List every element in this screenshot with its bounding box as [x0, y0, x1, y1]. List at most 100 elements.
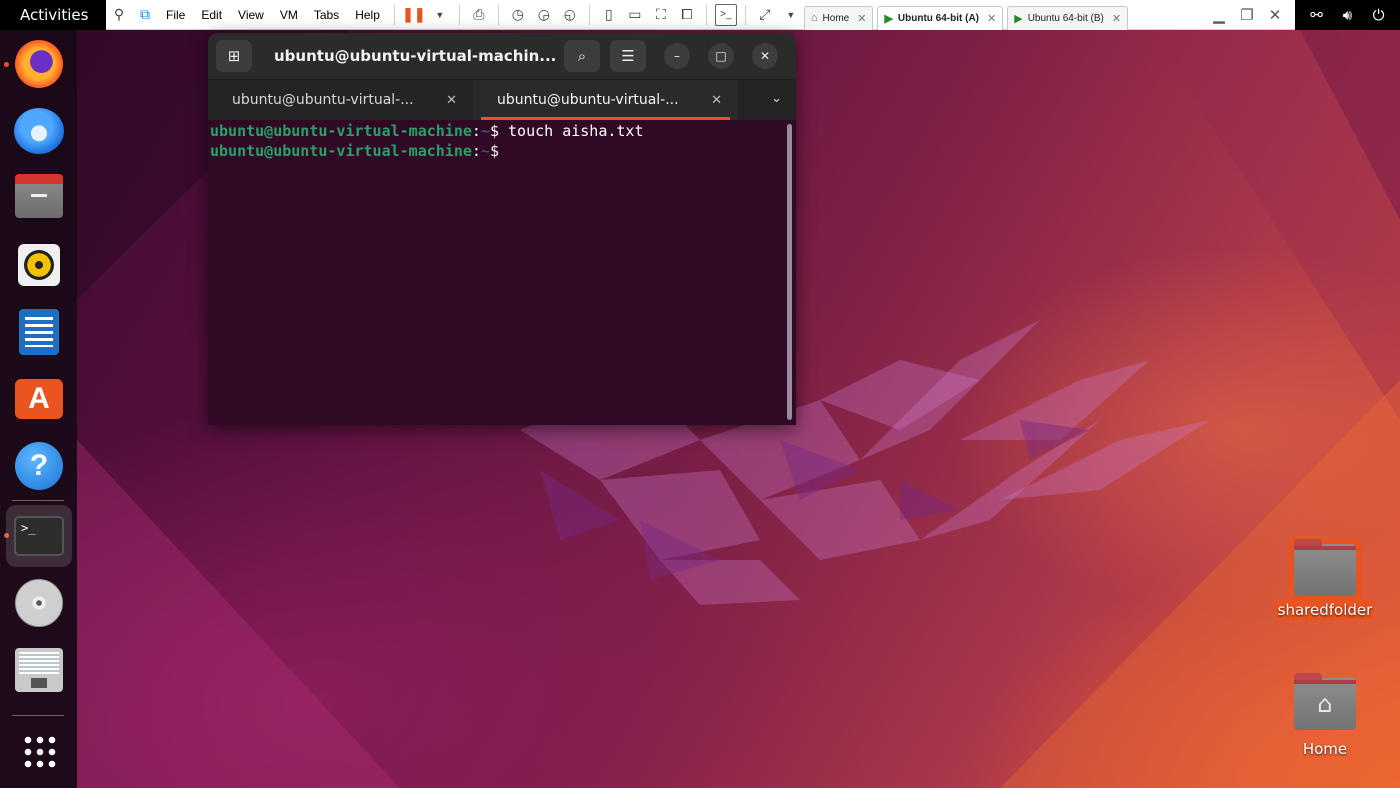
chevron-down-icon[interactable]: ▼: [780, 4, 802, 26]
minimize-icon[interactable]: ▁: [1205, 6, 1233, 24]
thunderbird-icon: [14, 108, 64, 154]
close-icon[interactable]: ✕: [1261, 6, 1289, 24]
close-icon[interactable]: ✕: [1112, 12, 1121, 25]
send-ctrl-alt-del-icon[interactable]: ⎙: [468, 4, 490, 26]
dock-dvd[interactable]: [6, 572, 72, 634]
dock-writer[interactable]: [6, 301, 72, 363]
prompt-user-host: ubuntu@ubuntu-virtual-machine: [210, 122, 472, 140]
vm-tab-ubuntu-a[interactable]: ▶ Ubuntu 64-bit (A) ✕: [877, 5, 1004, 30]
vm-running-icon: ▶: [884, 12, 893, 25]
prompt-symbol: $: [489, 142, 499, 160]
toolbar-divider: [588, 4, 590, 25]
folder-icon: [1294, 539, 1356, 596]
apps-grid-icon: [22, 734, 56, 768]
toolbar-divider: [458, 4, 460, 25]
stretch-icon[interactable]: ⤢: [754, 4, 776, 26]
fullscreen-icon[interactable]: ⛶: [650, 4, 672, 26]
toolbar-divider: [705, 4, 707, 25]
terminal-tab-label: ubuntu@ubuntu-virtual-...: [497, 92, 679, 108]
libreoffice-writer-icon: [19, 309, 59, 355]
snapshot-manager-icon[interactable]: ◵: [559, 4, 581, 26]
command-text: touch aisha.txt: [499, 122, 644, 140]
pause-icon[interactable]: ❚❚: [402, 4, 425, 26]
search-button[interactable]: ⌕: [564, 40, 600, 72]
rhythmbox-icon: [18, 244, 60, 286]
prompt-separator: :: [471, 122, 481, 140]
terminal-icon: >_: [14, 516, 64, 556]
close-icon[interactable]: ✕: [987, 12, 996, 25]
new-tab-icon: ⊞: [227, 47, 241, 65]
dock-floppy[interactable]: [6, 639, 72, 701]
vm-tab-label: Ubuntu 64-bit (A): [897, 12, 979, 24]
chevron-down-icon[interactable]: ▼: [429, 4, 451, 26]
home-icon: ⌂: [810, 12, 818, 24]
revert-snapshot-icon[interactable]: ◶: [533, 4, 555, 26]
minimize-icon: –: [674, 49, 680, 63]
close-button[interactable]: ✕: [752, 43, 778, 69]
terminal-tab[interactable]: ubuntu@ubuntu-virtual-... ✕: [208, 80, 473, 120]
unity-icon[interactable]: ⧠: [676, 4, 698, 26]
snapshot-icon[interactable]: ◷: [507, 4, 529, 26]
close-icon[interactable]: ✕: [711, 93, 722, 108]
menu-file[interactable]: File: [158, 8, 193, 22]
desktop-icon-home[interactable]: ⌂ Home: [1273, 673, 1377, 758]
text-cursor: [499, 140, 508, 156]
dock-thunderbird[interactable]: [6, 100, 72, 162]
sidebar-view-icon[interactable]: ▯: [598, 4, 620, 26]
icon-selection: [1288, 538, 1362, 600]
console-view-icon[interactable]: >_: [714, 3, 737, 26]
vm-tab-home[interactable]: ⌂ Home ✕: [803, 5, 874, 30]
menu-view[interactable]: View: [230, 8, 272, 22]
terminal-scrollbar[interactable]: [787, 124, 792, 420]
menu-vm[interactable]: VM: [272, 8, 306, 22]
firefox-icon: [15, 40, 63, 88]
pin-icon[interactable]: ⚲: [108, 4, 130, 26]
window-title: ubuntu@ubuntu-virtual-machin...: [274, 47, 557, 65]
vm-tab-ubuntu-b[interactable]: ▶ Ubuntu 64-bit (B) ✕: [1007, 5, 1129, 30]
prompt-user-host: ubuntu@ubuntu-virtual-machine: [210, 142, 472, 160]
new-tab-button[interactable]: ⊞: [216, 40, 252, 72]
power-icon[interactable]: ⏻: [1369, 6, 1389, 24]
terminal-headerbar[interactable]: ⊞ ubuntu@ubuntu-virtual-machin... ⌕ ☰ – …: [208, 33, 796, 80]
terminal-window[interactable]: ⊞ ubuntu@ubuntu-virtual-machin... ⌕ ☰ – …: [208, 33, 796, 425]
home-folder-icon: ⌂: [1294, 673, 1356, 730]
chevron-down-icon[interactable]: ⌄: [771, 91, 782, 106]
minimize-button[interactable]: –: [664, 43, 690, 69]
network-icon[interactable]: ⚯: [1307, 6, 1327, 24]
dock-separator: [12, 715, 64, 716]
files-icon: [15, 174, 63, 218]
dock-rhythmbox[interactable]: [6, 234, 72, 296]
vmware-toolbar: ⚲ ⧉ File Edit View VM Tabs Help ❚❚ ▼ ⎙ ◷…: [106, 0, 1295, 30]
terminal-tab-active[interactable]: ubuntu@ubuntu-virtual-... ✕: [473, 80, 738, 120]
home-icon: ⌂: [1317, 690, 1333, 718]
thumbnail-view-icon[interactable]: ▭: [624, 4, 646, 26]
dock-firefox[interactable]: [6, 33, 72, 95]
dock-app-center[interactable]: A: [6, 368, 72, 430]
close-icon[interactable]: ✕: [446, 93, 457, 108]
menu-tabs[interactable]: Tabs: [306, 8, 347, 22]
dock-terminal[interactable]: >_: [6, 505, 72, 567]
prompt-symbol: $: [489, 122, 499, 140]
show-apps-button[interactable]: [6, 720, 72, 782]
toolbar-divider: [393, 4, 395, 25]
dock-files[interactable]: [6, 167, 72, 229]
activities-button[interactable]: Activities: [0, 0, 106, 30]
desktop-icon-sharedfolder[interactable]: sharedfolder: [1273, 538, 1377, 620]
window-controls: ▁ ❐ ✕: [1205, 6, 1295, 24]
app-center-icon: A: [15, 379, 63, 419]
dock-help[interactable]: ?: [6, 435, 72, 497]
maximize-button[interactable]: □: [708, 43, 734, 69]
system-tray[interactable]: ⚯ 🔊︎ ⏻: [1295, 0, 1400, 30]
menu-button[interactable]: ☰: [610, 40, 646, 72]
menu-edit[interactable]: Edit: [193, 8, 230, 22]
toolbar-divider: [744, 4, 746, 25]
floppy-icon: [15, 648, 63, 692]
vmware-library-icon[interactable]: ⧉: [134, 4, 156, 26]
terminal-output[interactable]: ubuntu@ubuntu-virtual-machine:~$ touch a…: [208, 120, 796, 425]
volume-icon[interactable]: 🔊︎: [1338, 6, 1358, 24]
close-icon[interactable]: ✕: [857, 12, 866, 25]
prompt-path: ~: [480, 122, 490, 140]
restore-icon[interactable]: ❐: [1233, 6, 1261, 24]
menu-help[interactable]: Help: [347, 8, 388, 22]
search-icon: ⌕: [577, 47, 587, 65]
